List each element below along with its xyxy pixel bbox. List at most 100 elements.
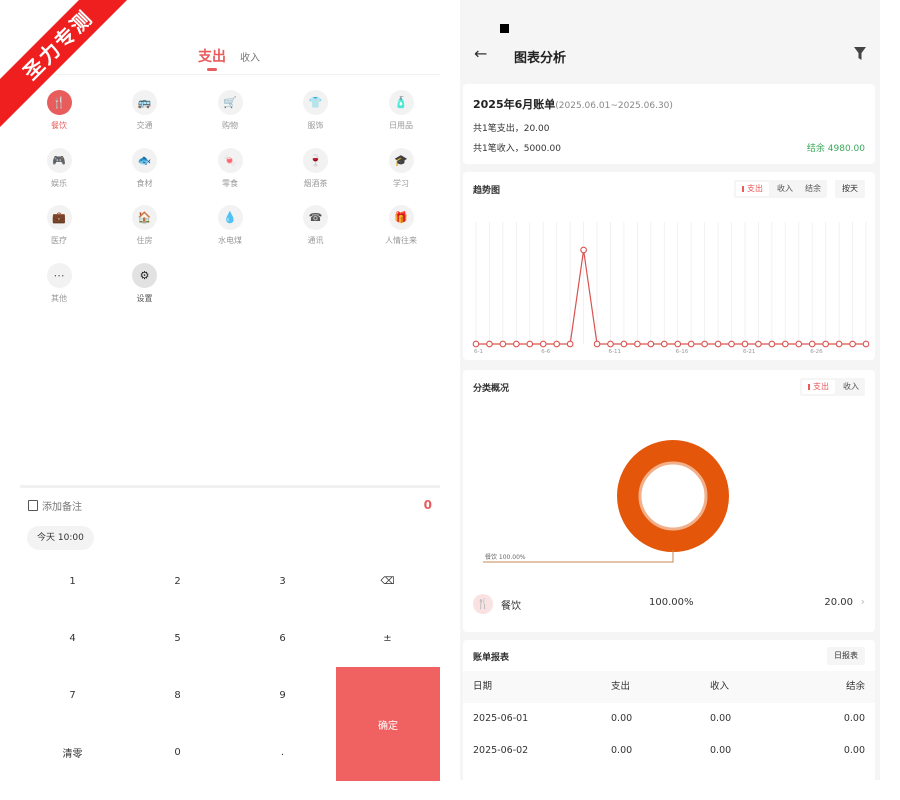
table-row[interactable]: 2025-06-01 0.00 0.00 0.00 [463,703,875,735]
data-point[interactable] [566,340,574,348]
data-point[interactable] [728,340,735,348]
data-point[interactable] [486,340,493,348]
data-point[interactable] [499,340,507,348]
x-tick-label: 6-21 [743,349,755,355]
telephone-icon: ☎ [303,205,328,230]
key-5[interactable]: 5 [125,610,230,667]
data-point[interactable] [580,246,587,254]
category-water-drop[interactable]: 💧 水电煤 [190,205,270,255]
watermark-text: 圣力专测 [0,0,140,128]
category-house[interactable]: 🏠 住房 [105,205,185,255]
key-0[interactable]: 0 [125,724,230,781]
data-point[interactable] [593,340,601,348]
category-wine-glass[interactable]: 🍷 烟酒茶 [276,147,356,198]
category-more-dots[interactable]: ⋯ 其他 [19,262,99,313]
category-label: 日用品 [389,121,413,130]
date-chip[interactable]: 今天 10:00 [27,526,94,550]
data-point[interactable] [472,340,480,348]
plus-minus-key[interactable]: ± [335,610,440,667]
tab-income[interactable]: 收入 [240,49,260,64]
category-shirt[interactable]: 👕 服饰 [276,90,356,140]
divider [20,485,440,488]
gamepad-icon: 🎮 [46,147,72,173]
category-cart[interactable]: 🛒 购物 [190,90,270,140]
balance-text: 结余 4980.00 [806,144,865,154]
category-label: 设置 [136,293,153,303]
data-point[interactable] [674,340,682,348]
key-8[interactable]: 8 [125,667,230,724]
daily-report-button[interactable]: 日报表 [827,647,865,665]
data-point[interactable] [755,340,762,348]
key-1[interactable]: 1 [20,553,125,610]
key-6[interactable]: 6 [230,610,335,667]
category-legend-row[interactable]: 🍴 餐饮 100.00% 20.00 › [473,592,865,616]
data-point[interactable] [768,340,776,348]
data-point[interactable] [808,340,816,348]
status-indicator [500,24,509,33]
category-gamepad[interactable]: 🎮 娱乐 [19,147,99,198]
col-date: 日期 [473,681,493,692]
data-point[interactable] [526,340,534,348]
date-range: (2025.06.01~2025.06.30) [555,101,673,111]
analysis-panel: ← 图表分析 2025年6月账单(2025.06.01~2025.06.30) … [460,0,880,780]
category-label: 购物 [222,121,238,130]
fish-icon: 🐟 [132,147,157,173]
clear-key[interactable]: 清零 [20,724,125,781]
category-label: 烟酒茶 [303,178,328,188]
key-3[interactable]: 3 [230,553,335,610]
category-medical-kit[interactable]: 💼 医疗 [19,205,99,255]
data-point[interactable] [849,340,856,348]
table-header: 日期 支出 收入 结余 [463,671,875,703]
x-tick-label: 6-1 [474,349,483,355]
data-point[interactable] [687,340,695,348]
back-arrow-icon[interactable]: ← [474,44,487,63]
x-tick-label: 6-26 [810,349,823,355]
category-gift[interactable]: 🎁 人情往来 [361,205,441,255]
category-daily-goods[interactable]: 🧴 日用品 [361,90,441,140]
category-snack[interactable]: 🍬 零食 [190,147,270,198]
expense-count: 共1笔支出，20.00 [473,124,550,134]
category-gear[interactable]: ⚙ 设置 [105,262,185,313]
backspace-key[interactable]: ⌫ [335,553,440,610]
water-drop-icon: 💧 [217,205,243,230]
data-point[interactable] [647,340,655,348]
key-4[interactable]: 4 [20,610,125,667]
donut-inner-ring [638,461,708,531]
daily-goods-icon: 🧴 [388,90,414,115]
x-tick-label: 6-16 [676,349,689,355]
data-point[interactable] [741,340,749,348]
data-point[interactable] [714,340,722,348]
category-fish[interactable]: 🐟 食材 [105,147,185,198]
category-label: 水电煤 [218,236,242,245]
confirm-button[interactable]: 确定 [336,667,440,781]
category-label: 住房 [136,236,153,245]
filter-icon[interactable] [854,47,866,61]
data-point[interactable] [620,340,628,348]
data-point[interactable] [539,340,547,348]
data-point[interactable] [660,340,668,348]
data-point[interactable] [512,340,520,348]
category-telephone[interactable]: ☎ 通讯 [276,205,356,255]
key-9[interactable]: 9 [230,667,335,724]
key-7[interactable]: 7 [20,667,125,724]
data-point[interactable] [607,340,614,348]
data-point[interactable] [553,340,561,348]
key-2[interactable]: 2 [125,553,230,610]
cell-income: 0.00 [710,713,732,724]
data-point[interactable] [795,340,803,348]
data-point[interactable] [781,340,789,348]
table-row[interactable]: 2025-06-02 0.00 0.00 0.00 [463,735,875,767]
data-point[interactable] [634,340,641,348]
report-card: 账单报表 日报表 日期 支出 收入 结余 2025-06-01 0.00 0.0… [463,640,875,780]
house-icon: 🏠 [132,205,157,230]
data-point[interactable] [862,340,870,348]
key-dot[interactable]: . [230,724,335,781]
add-note-button[interactable]: 添加备注 [28,498,82,513]
data-point[interactable] [822,340,830,348]
category-graduation-cap[interactable]: 🎓 学习 [361,147,441,198]
income-count: 共1笔收入，5000.00 [473,144,561,154]
data-point[interactable] [835,340,843,348]
x-tick-label: 6-6 [541,349,550,355]
data-point[interactable] [701,340,708,348]
tab-expense[interactable]: 支出 [198,46,226,66]
